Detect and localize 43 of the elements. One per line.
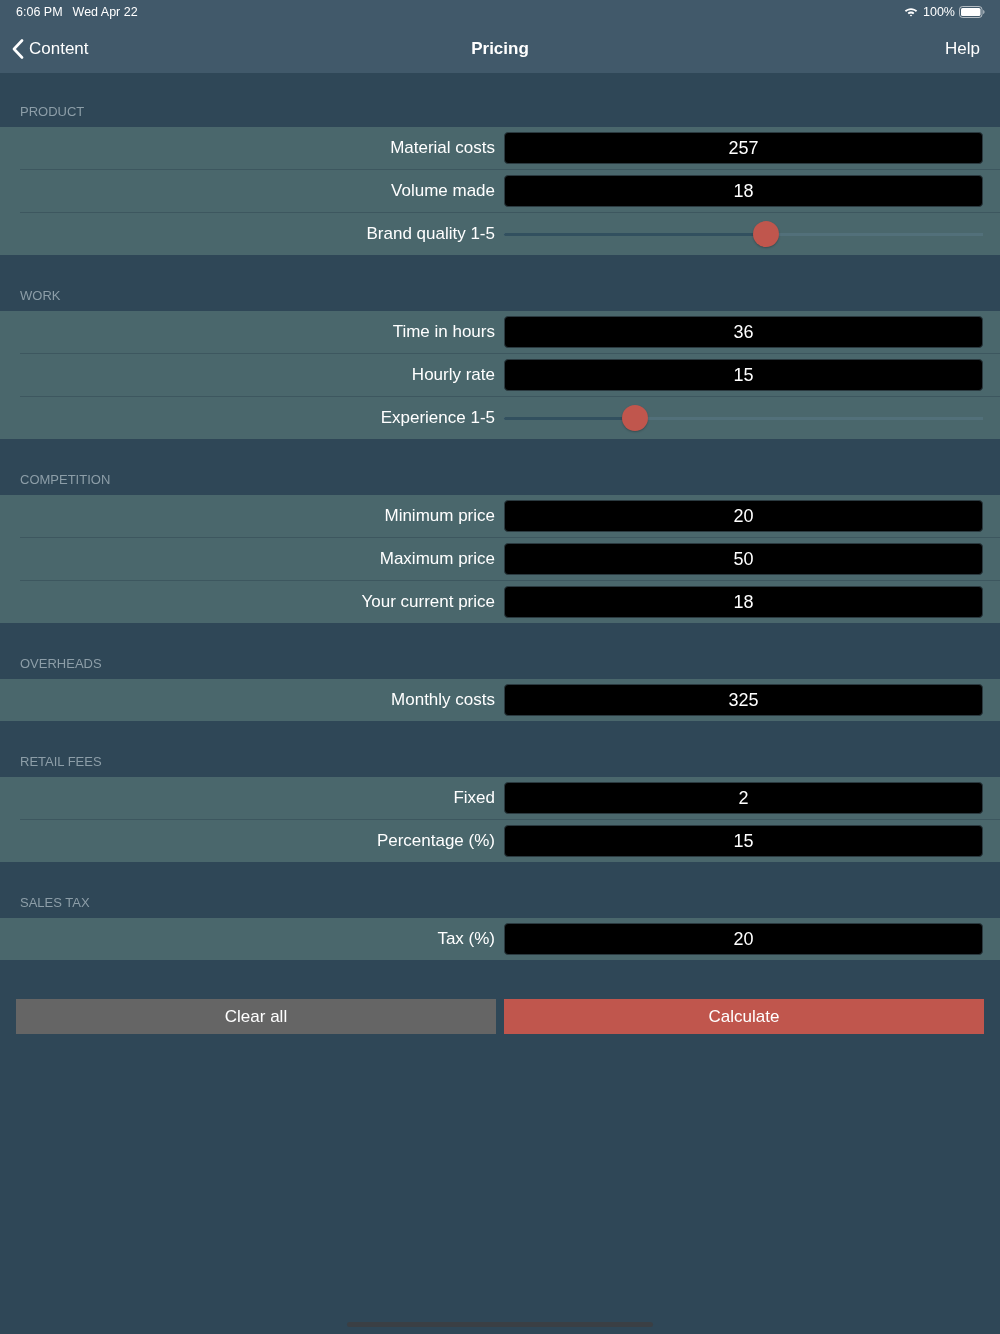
battery-icon <box>959 6 985 18</box>
section-header: WORK <box>20 288 61 304</box>
input-field[interactable]: 2 <box>504 782 983 814</box>
input-field[interactable]: 20 <box>504 923 983 955</box>
battery-percent: 100% <box>923 5 955 19</box>
field-label: Tax (%) <box>437 929 495 949</box>
input-field[interactable]: 20 <box>504 500 983 532</box>
input-field[interactable]: 325 <box>504 684 983 716</box>
input-field[interactable]: 18 <box>504 586 983 618</box>
field-label: Percentage (%) <box>376 831 495 851</box>
input-field[interactable]: 36 <box>504 316 983 348</box>
nav-title: Pricing <box>471 38 529 59</box>
input-field[interactable]: 15 <box>504 825 983 857</box>
field-label: Maximum price <box>379 549 495 569</box>
calculate-button[interactable]: Calculate <box>504 999 984 1034</box>
status-time: 6:06 PM <box>16 5 63 19</box>
section-header: OVERHEADS <box>20 656 102 672</box>
input-field[interactable]: 257 <box>504 132 983 164</box>
field-label: Minimum price <box>384 506 495 526</box>
help-button[interactable]: Help <box>945 38 980 59</box>
section-header: COMPETITION <box>20 472 111 488</box>
section-header: PRODUCT <box>20 104 85 120</box>
field-label: Volume made <box>391 181 495 201</box>
status-date: Wed Apr 22 <box>72 5 138 19</box>
field-label: Brand quality 1-5 <box>366 224 495 244</box>
field-label: Material costs <box>390 138 495 158</box>
section-header: SALES TAX <box>20 895 90 911</box>
field-label: Monthly costs <box>391 690 495 710</box>
wifi-icon <box>904 7 918 17</box>
back-chevron-icon <box>12 38 24 59</box>
field-label: Hourly rate <box>411 365 495 385</box>
back-button[interactable]: Content <box>12 38 89 59</box>
field-label: Your current price <box>361 592 495 612</box>
field-label: Time in hours <box>392 322 495 342</box>
field-label: Fixed <box>453 788 495 808</box>
input-field[interactable]: 50 <box>504 543 983 575</box>
slider-thumb[interactable] <box>621 405 648 431</box>
clear-button[interactable]: Clear all <box>16 999 496 1034</box>
slider-thumb[interactable] <box>753 221 780 247</box>
input-field[interactable]: 15 <box>504 359 983 391</box>
section-header: RETAIL FEES <box>20 754 102 770</box>
field-label: Experience 1-5 <box>380 408 495 428</box>
input-field[interactable]: 18 <box>504 175 983 207</box>
